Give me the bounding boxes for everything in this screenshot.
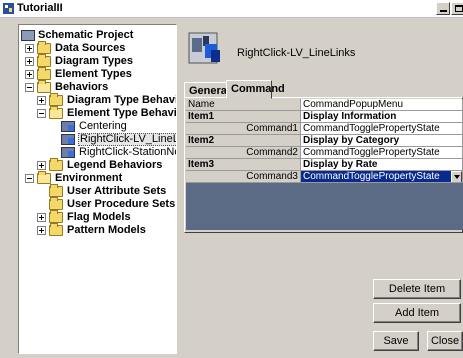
folder-icon [49, 158, 63, 171]
behavior-icon [61, 121, 75, 132]
property-grid[interactable]: Name CommandPopupMenu Item1 Display Info… [186, 99, 463, 230]
folder-icon [49, 184, 63, 197]
dropdown-arrow-icon[interactable] [451, 171, 462, 182]
tree-node-user-attribute-sets[interactable]: User Attribute Sets [49, 184, 176, 198]
grid-value: CommandTogglePropertyState [303, 171, 440, 182]
grid-value[interactable]: Display Information [301, 111, 463, 123]
tree-node-centering[interactable]: Centering [61, 120, 176, 133]
grid-key: Item2 [186, 135, 301, 147]
grid-key: Command3 [186, 171, 301, 183]
project-icon [21, 30, 35, 41]
app-icon [3, 3, 14, 14]
folder-icon [49, 210, 63, 223]
grid-value[interactable]: Display by Category [301, 135, 463, 147]
expand-icon[interactable] [37, 161, 46, 170]
tree-node-label: RightClick-StationNodes [79, 146, 176, 158]
collapse-icon[interactable] [37, 109, 46, 118]
grid-row-command2[interactable]: Command2 CommandTogglePropertyState [186, 147, 463, 159]
tree-node-label: User Attribute Sets [67, 185, 167, 197]
tree-node-label: User Procedure Sets [67, 198, 176, 210]
title-bar[interactable]: TutorialII [0, 0, 463, 18]
tree-node-rightclick-lv-linelinks[interactable]: RightClick-LV_LineLinks [61, 133, 176, 146]
grid-value[interactable]: CommandTogglePropertyState [301, 147, 463, 159]
grid-row-name[interactable]: Name CommandPopupMenu [186, 99, 463, 111]
tree-node-label: Element Types [55, 68, 132, 80]
expand-icon[interactable] [37, 213, 46, 222]
tab-command[interactable]: Command [226, 80, 285, 99]
grid-key: Item3 [186, 159, 301, 171]
behavior-icon [61, 147, 75, 158]
folder-icon [37, 54, 51, 67]
minimize-icon [440, 10, 447, 12]
grid-key: Name [186, 99, 301, 111]
folder-icon [37, 41, 51, 54]
open-folder-icon [37, 80, 51, 93]
tree-node-element-type-behaviors[interactable]: Element Type Behaviors [37, 106, 177, 120]
grid-value[interactable]: CommandTogglePropertyState [301, 123, 463, 135]
grid-row-item3[interactable]: Item3 Display by Rate [186, 159, 463, 171]
grid-key: Command1 [186, 123, 301, 135]
maximize-icon [455, 5, 463, 12]
tree-node-label: Centering [79, 120, 127, 132]
collapse-icon[interactable] [25, 83, 34, 92]
tree-node-label: Diagram Type Behaviors [67, 94, 176, 106]
tree-node-label: Data Sources [55, 42, 126, 54]
tree-node-rightclick-stationnodes[interactable]: RightClick-StationNodes [61, 146, 176, 159]
grid-key: Command2 [186, 147, 301, 159]
tree-node-behaviors[interactable]: Behaviors [25, 80, 175, 94]
tree-node-legend-behaviors[interactable]: Legend Behaviors [37, 158, 176, 172]
tree-node-environment[interactable]: Environment [25, 171, 175, 185]
tree-node-diagram-types[interactable]: Diagram Types [25, 54, 175, 68]
tree-node-data-sources[interactable]: Data Sources [25, 41, 175, 55]
add-item-button[interactable]: Add Item [373, 303, 461, 323]
tree-node-label: Environment [55, 172, 123, 184]
save-button[interactable]: Save [373, 331, 419, 351]
behavior-icon [61, 134, 75, 145]
grid-value[interactable]: Display by Rate [301, 159, 463, 171]
minimize-button[interactable] [436, 2, 450, 15]
maximize-button[interactable] [451, 2, 463, 15]
tree-node-label: Pattern Models [67, 224, 146, 236]
grid-row-item1[interactable]: Item1 Display Information [186, 111, 463, 123]
expand-icon[interactable] [25, 57, 34, 66]
tree-node-label: Behaviors [55, 81, 109, 93]
tab-general[interactable]: General [184, 82, 230, 98]
tree-node-flag-models[interactable]: Flag Models [37, 210, 176, 224]
command3-select[interactable]: CommandTogglePropertyState [301, 171, 463, 183]
tree-node-pattern-models[interactable]: Pattern Models [37, 223, 176, 237]
tree-node-user-procedure-sets[interactable]: User Procedure Sets [49, 197, 176, 211]
delete-item-button[interactable]: Delete Item [373, 279, 461, 299]
tree-node-label: Diagram Types [55, 55, 134, 67]
behavior-large-icon [188, 32, 220, 64]
open-folder-icon [37, 171, 51, 184]
project-tree[interactable]: Schematic Project Data Sources Diagram T… [18, 24, 177, 354]
selected-item-name: RightClick-LV_LineLinks [237, 47, 356, 59]
open-folder-icon [49, 106, 63, 119]
tree-node-label: Flag Models [67, 211, 131, 223]
close-button[interactable]: Close [427, 331, 463, 351]
folder-icon [37, 67, 51, 80]
expand-icon[interactable] [25, 70, 34, 79]
tree-node-diagram-type-behaviors[interactable]: Diagram Type Behaviors [37, 93, 176, 107]
window-title: TutorialII [17, 2, 63, 14]
tree-node-label: Element Type Behaviors [67, 107, 177, 119]
grid-row-command3[interactable]: Command3 CommandTogglePropertyState [186, 171, 463, 183]
tree-node-label: Legend Behaviors [67, 159, 163, 171]
collapse-icon[interactable] [25, 174, 34, 183]
tree-node-element-types[interactable]: Element Types [25, 67, 175, 81]
app-window: TutorialII Schematic Project Data Source… [0, 0, 463, 358]
grid-key: Item1 [186, 111, 301, 123]
folder-icon [49, 197, 63, 210]
grid-row-command1[interactable]: Command1 CommandTogglePropertyState [186, 123, 463, 135]
expand-icon[interactable] [25, 44, 34, 53]
grid-value[interactable]: CommandPopupMenu [301, 99, 463, 111]
folder-icon [49, 223, 63, 236]
tree-node-label: RightClick-LV_LineLinks [78, 133, 176, 146]
tree-node-label: Schematic Project [38, 29, 134, 41]
expand-icon[interactable] [37, 226, 46, 235]
folder-icon [49, 93, 63, 106]
grid-row-item2[interactable]: Item2 Display by Category [186, 135, 463, 147]
expand-icon[interactable] [37, 96, 46, 105]
